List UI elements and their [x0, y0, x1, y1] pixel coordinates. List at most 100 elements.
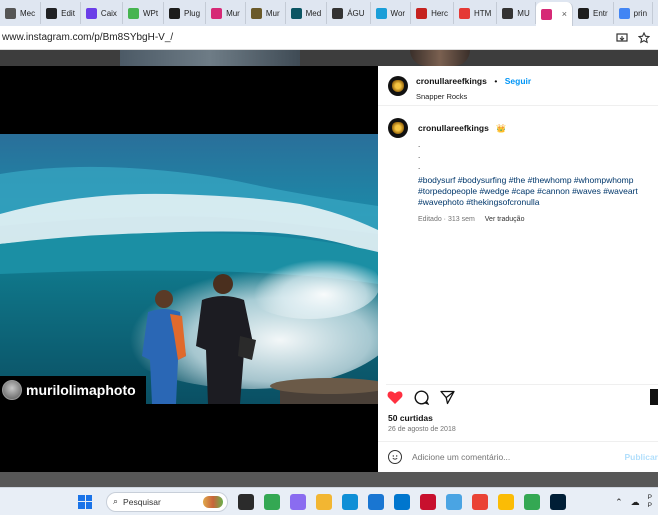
- browser-tab[interactable]: Wor: [371, 2, 412, 24]
- like-button[interactable]: [386, 389, 404, 407]
- chevron-up-icon[interactable]: ⌃: [615, 497, 623, 508]
- url-text[interactable]: www.instagram.com/p/Bm8SYbgH-V_/: [0, 32, 614, 43]
- folder-icon[interactable]: [316, 493, 332, 510]
- follow-button[interactable]: Seguir: [505, 76, 531, 86]
- tab-label: Herc: [431, 8, 448, 18]
- feed-thumbnail: [120, 50, 300, 66]
- tray-clock[interactable]: PP: [648, 494, 652, 510]
- chrome-profile-3-icon[interactable]: [524, 493, 540, 510]
- windows-taskbar: ⌕ Pesquisar ⌃ ☁ PP: [0, 487, 658, 515]
- taskbar-apps: [228, 493, 566, 510]
- tab-favicon-icon: [458, 7, 470, 19]
- tab-label: Caix: [100, 8, 117, 18]
- browser-tab[interactable]: Mec: [0, 2, 42, 24]
- feed-strip: [0, 50, 658, 66]
- browser-tab[interactable]: Med: [286, 2, 328, 24]
- bookmark-icon[interactable]: [650, 389, 658, 405]
- chrome-profile-2-icon[interactable]: [498, 493, 514, 510]
- comment-box: Publicar: [378, 441, 658, 472]
- crest-icon: [392, 79, 404, 92]
- share-button[interactable]: [438, 389, 456, 407]
- comment-input[interactable]: [412, 452, 612, 462]
- tab-favicon-icon: [250, 7, 262, 19]
- tab-label: prin: [633, 8, 648, 18]
- chrome-icon[interactable]: [264, 493, 280, 510]
- tab-favicon-icon: [332, 7, 344, 19]
- browser-tab[interactable]: Edit: [41, 2, 81, 24]
- caption-line: .: [418, 162, 421, 171]
- notepad-icon[interactable]: [446, 493, 462, 510]
- post-date: 26 de agosto de 2018: [388, 426, 456, 433]
- tab-favicon-icon: [290, 7, 302, 19]
- caption-line: .: [418, 140, 421, 149]
- close-tab-icon[interactable]: ×: [562, 9, 567, 19]
- paper-plane-icon: [439, 390, 455, 405]
- photoshop-icon[interactable]: [550, 493, 566, 510]
- watermark-text: murilolimaphoto: [26, 382, 136, 398]
- heart-icon: [387, 391, 403, 404]
- tab-favicon-icon: [375, 7, 387, 19]
- bookmark-star-icon[interactable]: [636, 30, 652, 46]
- tab-label: MU: [517, 8, 530, 18]
- browser-tab[interactable]: MU: [497, 2, 536, 24]
- tab-label: HTM: [473, 8, 492, 18]
- publish-button[interactable]: Publicar: [624, 452, 658, 462]
- mcafee-icon[interactable]: [420, 493, 436, 510]
- windows-start-icon[interactable]: [78, 494, 92, 509]
- browser-tab[interactable]: Caix: [81, 2, 123, 24]
- browser-tab[interactable]: Entr: [573, 2, 614, 24]
- caption-username[interactable]: cronullareefkings: [418, 123, 489, 133]
- caption-avatar[interactable]: [388, 118, 408, 138]
- browser-tab[interactable]: Herc: [411, 2, 454, 24]
- taskbar-search[interactable]: ⌕ Pesquisar: [106, 491, 228, 512]
- tab-favicon-icon: [502, 7, 514, 19]
- chrome-profile-1-icon[interactable]: [472, 493, 488, 510]
- browser-tab[interactable]: ÁGU: [327, 2, 371, 24]
- install-app-icon[interactable]: [614, 30, 630, 46]
- profile-avatar[interactable]: [388, 75, 408, 96]
- comment-button[interactable]: [412, 389, 430, 407]
- tab-favicon-icon: [127, 7, 139, 19]
- separator-dot: •: [494, 75, 498, 86]
- browser-tab[interactable]: HTM: [454, 2, 498, 24]
- edited-timestamp: Editado · 313 sem: [418, 216, 475, 223]
- caption-hashtags[interactable]: #bodysurf #bodysurfing #the #thewhomp #w…: [418, 175, 658, 208]
- browser-tab[interactable]: WPt: [123, 2, 165, 24]
- cloud-icon[interactable]: ☁: [631, 497, 640, 508]
- tab-favicon-icon: [169, 7, 181, 19]
- post-location[interactable]: Snapper Rocks: [416, 92, 531, 101]
- post-media[interactable]: murilolimaphoto: [0, 66, 378, 472]
- address-bar[interactable]: www.instagram.com/p/Bm8SYbgH-V_/: [0, 26, 658, 50]
- tab-favicon-icon: [85, 7, 97, 19]
- edge-icon[interactable]: [342, 493, 358, 510]
- browser-tab[interactable]: prin: [614, 2, 654, 24]
- copilot-icon[interactable]: [290, 493, 306, 510]
- tab-label: Entr: [593, 8, 608, 18]
- post-side-panel: cronullareefkings • Seguir Snapper Rocks…: [378, 66, 658, 472]
- browser-tab[interactable]: Mur: [206, 2, 246, 24]
- post-author-username[interactable]: cronullareefkings: [416, 76, 487, 86]
- file-explorer-dark-icon[interactable]: [238, 493, 254, 510]
- emoji-picker-icon[interactable]: [388, 450, 402, 464]
- feed-thumbnail: [410, 50, 470, 66]
- browser-tab[interactable]: ×: [535, 2, 573, 26]
- tab-label: ÁGU: [347, 8, 365, 18]
- tab-label: Mec: [20, 8, 36, 18]
- tab-favicon-icon: [416, 7, 428, 19]
- tab-favicon-icon: [211, 7, 223, 19]
- post-caption: cronullareefkings 👑 . . . #bodysurf #bod…: [388, 118, 650, 223]
- tab-label: Mur: [226, 8, 240, 18]
- store-icon[interactable]: [368, 493, 384, 510]
- likes-count[interactable]: 50 curtidas: [388, 413, 433, 423]
- dell-icon[interactable]: [394, 493, 410, 510]
- tab-label: Plug: [184, 8, 201, 18]
- tab-favicon-icon: [618, 7, 630, 19]
- see-translation-link[interactable]: Ver tradução: [485, 216, 525, 223]
- photographer-avatar: [2, 380, 22, 400]
- browser-tab[interactable]: Mur: [246, 2, 286, 24]
- tab-label: Med: [305, 8, 322, 18]
- browser-tab[interactable]: Plug: [164, 2, 207, 24]
- system-tray: ⌃ ☁ PP: [615, 494, 652, 510]
- photo-watermark: murilolimaphoto: [0, 376, 146, 404]
- tab-label: Wor: [390, 8, 406, 18]
